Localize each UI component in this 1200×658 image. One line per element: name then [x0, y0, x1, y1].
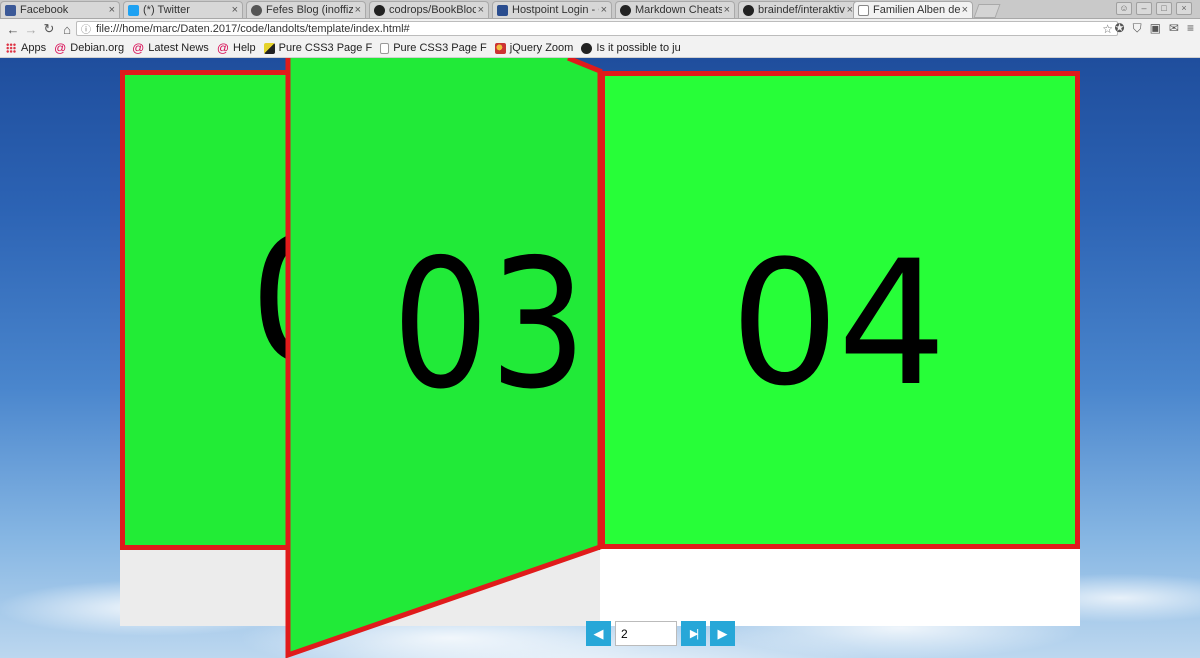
menu-icon[interactable]: ≡ — [1187, 21, 1194, 36]
book-navigation: ◀ ▶| ▶ — [586, 621, 735, 646]
close-icon[interactable]: × — [601, 4, 607, 16]
bookmark-latest-news[interactable]: @ Latest News — [132, 40, 209, 55]
bookmark-pure-css3-1[interactable]: Pure CSS3 Page F — [263, 42, 373, 54]
tab-hostpoint-login[interactable]: Hostpoint Login - C × — [492, 1, 612, 18]
right-page: 04 — [600, 71, 1080, 549]
reload-icon[interactable]: ↻ — [40, 21, 58, 37]
bookmark-label: Apps — [21, 42, 47, 54]
tab-title: (*) Twitter — [143, 4, 190, 16]
skip-last-icon: ▶| — [689, 628, 699, 640]
twitter-icon — [128, 4, 139, 16]
extension-icons: ✪ ⛉ ▣ ✉ ≡ — [1115, 21, 1195, 36]
close-icon[interactable]: × — [232, 4, 238, 16]
tab-title: codrops/BookBlock — [389, 4, 476, 16]
debian-icon: @ — [216, 40, 229, 55]
github-icon — [743, 4, 754, 16]
home-icon[interactable]: ⌂ — [58, 22, 76, 37]
bookmark-apps[interactable]: Apps — [6, 42, 46, 54]
bookmark-label: Pure CSS3 Page F — [278, 42, 373, 54]
prev-page-button[interactable]: ◀ — [586, 621, 611, 646]
tab-strip: Facebook × (*) Twitter × Fefes Blog (ino… — [0, 0, 1200, 19]
extension-icon[interactable]: ✪ — [1115, 21, 1125, 36]
close-icon[interactable]: × — [962, 4, 968, 16]
bookmark-label: jQuery Zoom — [509, 42, 574, 54]
facebook-icon — [5, 4, 16, 16]
page-content: 0 04 03 ◀ ▶| ▶ — [0, 58, 1200, 658]
extension-icon[interactable]: ▣ — [1150, 21, 1161, 36]
github-icon — [581, 42, 593, 54]
tab-title: Fefes Blog (inoffizie — [266, 4, 353, 16]
bookmark-label: Is it possible to ju — [596, 42, 681, 54]
new-tab-button[interactable] — [973, 4, 1001, 18]
url-input[interactable] — [96, 22, 1103, 35]
page-icon — [380, 42, 390, 54]
bookmark-label: Pure CSS3 Page F — [393, 42, 487, 54]
bookmark-label: Latest News — [148, 42, 209, 54]
close-icon[interactable]: × — [724, 4, 730, 16]
triangle-right-icon: ▶ — [717, 625, 728, 641]
tab-familien-alben[interactable]: Familien Alben der F × — [853, 1, 973, 18]
bookmark-debian[interactable]: @ Debian.org — [54, 40, 125, 55]
tab-markdown-cheatsheet[interactable]: Markdown Cheatshe × — [615, 1, 735, 18]
shield-icon[interactable]: ⛉ — [1133, 21, 1142, 36]
fefe-icon — [251, 4, 262, 16]
bookmark-pure-css3-2[interactable]: Pure CSS3 Page F — [380, 42, 487, 54]
bookmark-is-it-possible[interactable]: Is it possible to ju — [581, 42, 681, 54]
page-number: 04 — [730, 223, 947, 424]
github-icon — [620, 4, 631, 16]
jquery-icon — [494, 42, 506, 54]
debian-icon: @ — [132, 40, 145, 55]
bookmark-star-icon[interactable]: ☆ — [1102, 22, 1113, 36]
apps-icon — [6, 43, 16, 53]
close-icon[interactable]: × — [478, 4, 484, 16]
hostpoint-icon — [497, 4, 508, 16]
tab-fefes-blog[interactable]: Fefes Blog (inoffizie × — [246, 1, 366, 18]
bookmark-label: Debian.org — [70, 42, 125, 54]
tab-title: Hostpoint Login - C — [512, 4, 599, 16]
minimize-icon[interactable]: – — [1136, 2, 1152, 15]
back-icon[interactable]: ← — [4, 22, 22, 37]
address-bar[interactable]: ⓘ ☆ — [76, 21, 1118, 36]
github-icon — [374, 4, 385, 16]
bookmark-help[interactable]: @ Help — [216, 40, 256, 55]
tab-braindef[interactable]: braindef/interaktives × — [738, 1, 858, 18]
triangle-left-icon: ◀ — [593, 625, 604, 641]
close-icon[interactable]: × — [109, 4, 115, 16]
page-info-icon[interactable]: ⓘ — [81, 21, 91, 36]
next-page-button[interactable]: ▶ — [710, 621, 735, 646]
last-page-button[interactable]: ▶| — [681, 621, 706, 646]
maximize-icon[interactable]: □ — [1156, 2, 1172, 15]
tab-title: Markdown Cheatshe — [635, 4, 722, 16]
css3-icon — [263, 42, 275, 54]
close-icon[interactable]: × — [355, 4, 361, 16]
tab-codrops-bookblock[interactable]: codrops/BookBlock × — [369, 1, 489, 18]
bookmark-label: Help — [233, 42, 256, 54]
tab-twitter[interactable]: (*) Twitter × — [123, 1, 243, 18]
profile-icon[interactable]: ☺ — [1116, 2, 1132, 15]
page-icon — [858, 4, 869, 16]
tab-title: Facebook — [20, 4, 69, 16]
tab-title: braindef/interaktives — [758, 4, 845, 16]
bookmarks-bar: Apps @ Debian.org @ Latest News @ Help P… — [0, 39, 1200, 58]
tab-title: Familien Alben der F — [873, 4, 960, 16]
debian-icon: @ — [54, 40, 67, 55]
page-number-input[interactable] — [615, 621, 677, 646]
forward-icon[interactable]: → — [22, 22, 40, 37]
megaphone-icon[interactable]: ✉ — [1169, 21, 1179, 36]
bookmark-jquery-zoom[interactable]: jQuery Zoom — [494, 42, 574, 54]
tab-facebook[interactable]: Facebook × — [0, 1, 120, 18]
browser-toolbar: ← → ↻ ⌂ ⓘ ☆ ✪ ⛉ ▣ ✉ ≡ — [0, 19, 1200, 39]
close-window-icon[interactable]: × — [1176, 2, 1192, 15]
window-controls: ☺ – □ × — [1116, 2, 1192, 15]
